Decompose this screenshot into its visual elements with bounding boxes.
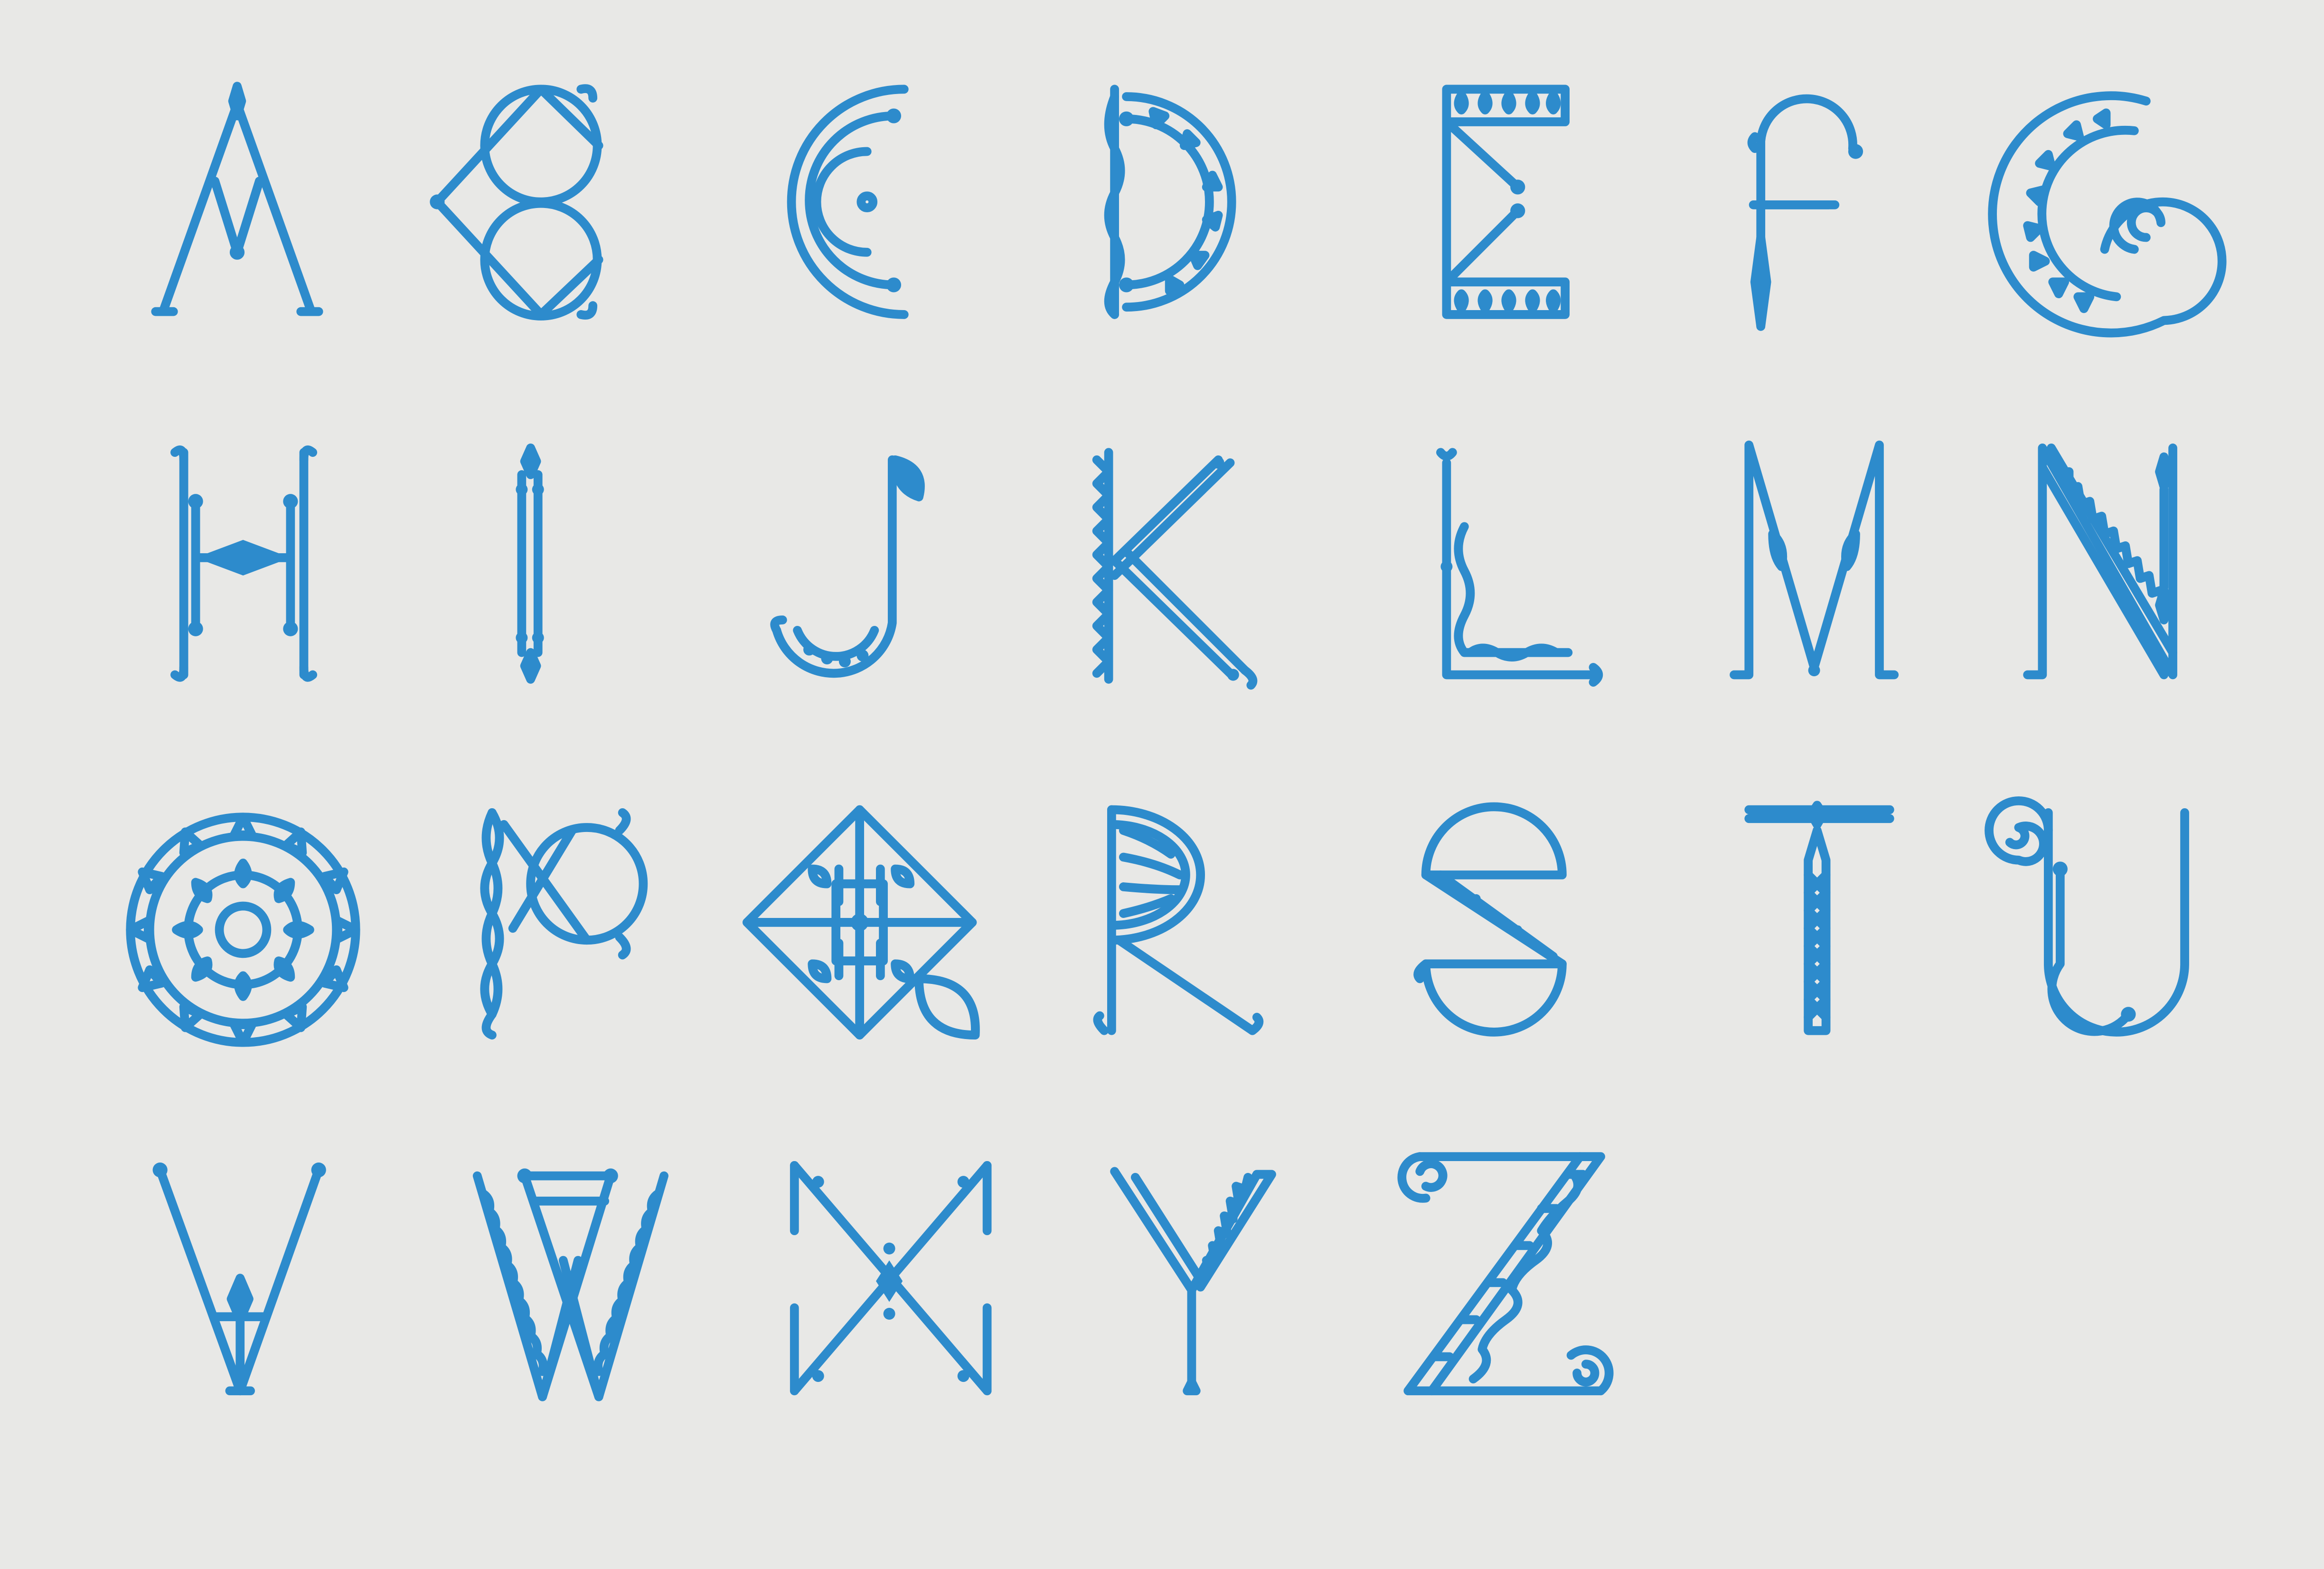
- glyph-i-icon: [516, 443, 544, 684]
- glyph-b-icon: [430, 84, 603, 321]
- glyph-v-icon: [152, 1163, 326, 1396]
- glyph-c-icon: [787, 85, 909, 319]
- glyph-h-icon: [170, 445, 318, 682]
- glyph-k-icon: [1092, 448, 1258, 690]
- glyph-o-icon: [126, 813, 360, 1047]
- glyph-r-icon: [1093, 805, 1264, 1035]
- glyph-n-icon: [2023, 443, 2177, 680]
- glyph-a-icon: [151, 82, 323, 316]
- glyph-s-icon: [1413, 802, 1567, 1037]
- glyph-z-icon: [1397, 1152, 1614, 1396]
- glyph-p-icon: [480, 808, 648, 1040]
- glyph-x-icon: [790, 1161, 992, 1396]
- glyph-e-icon: [1442, 85, 1570, 319]
- glyph-m-icon: [1730, 440, 1899, 680]
- glyph-l-icon: [1436, 448, 1603, 687]
- glyph-u-icon: [1985, 796, 2189, 1037]
- glyph-j-icon: [770, 455, 925, 678]
- glyph-g-icon: [1988, 91, 2227, 338]
- ornamental-alphabet: [126, 82, 2227, 1401]
- glyph-f-icon: [1747, 94, 1863, 331]
- glyph-y-icon: [1110, 1167, 1276, 1396]
- glyph-d-icon: [1104, 85, 1236, 319]
- glyph-q-icon: [743, 805, 980, 1040]
- glyph-t-icon: [1744, 801, 1894, 1035]
- alphabet-canvas: [0, 0, 2324, 1569]
- glyph-w-icon: [472, 1168, 668, 1401]
